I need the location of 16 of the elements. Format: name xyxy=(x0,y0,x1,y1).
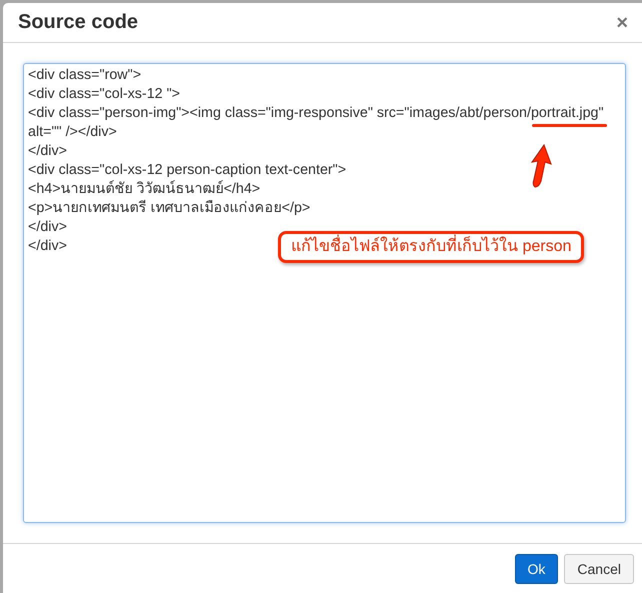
code-line: </div> xyxy=(28,238,67,254)
code-line: <p>นายกเทศมนตรี เทศบาลเมืองแก่งคอย</p> xyxy=(28,200,310,216)
code-line: <div class="row"> xyxy=(28,67,142,83)
cancel-button[interactable]: Cancel xyxy=(564,554,634,584)
code-editor[interactable] xyxy=(23,63,626,523)
code-line: <h4>นายมนต์ชัย วิวัฒน์ธนาฒย์</h4> xyxy=(28,181,260,197)
code-line: </div> xyxy=(28,219,67,235)
annotation-callout: แก้ไขชื่อไฟล์ให้ตรงกับที่เก็บไว้ใน person xyxy=(278,231,584,263)
code-line: <div class="col-xs-12 person-caption text-center"> xyxy=(28,162,346,178)
code-line: </div> xyxy=(28,143,67,159)
close-button[interactable]: × xyxy=(614,12,630,32)
code-line: alt="" /></div> xyxy=(28,124,117,140)
code-line: <div class="col-xs-12 "> xyxy=(28,86,180,102)
dialog-title: Source code xyxy=(18,11,138,34)
code-line: <div class="person-img"><img class="img-responsive" src="images/abt/person/portrait.jpg" xyxy=(28,105,604,121)
ok-button[interactable]: Ok xyxy=(514,554,558,584)
